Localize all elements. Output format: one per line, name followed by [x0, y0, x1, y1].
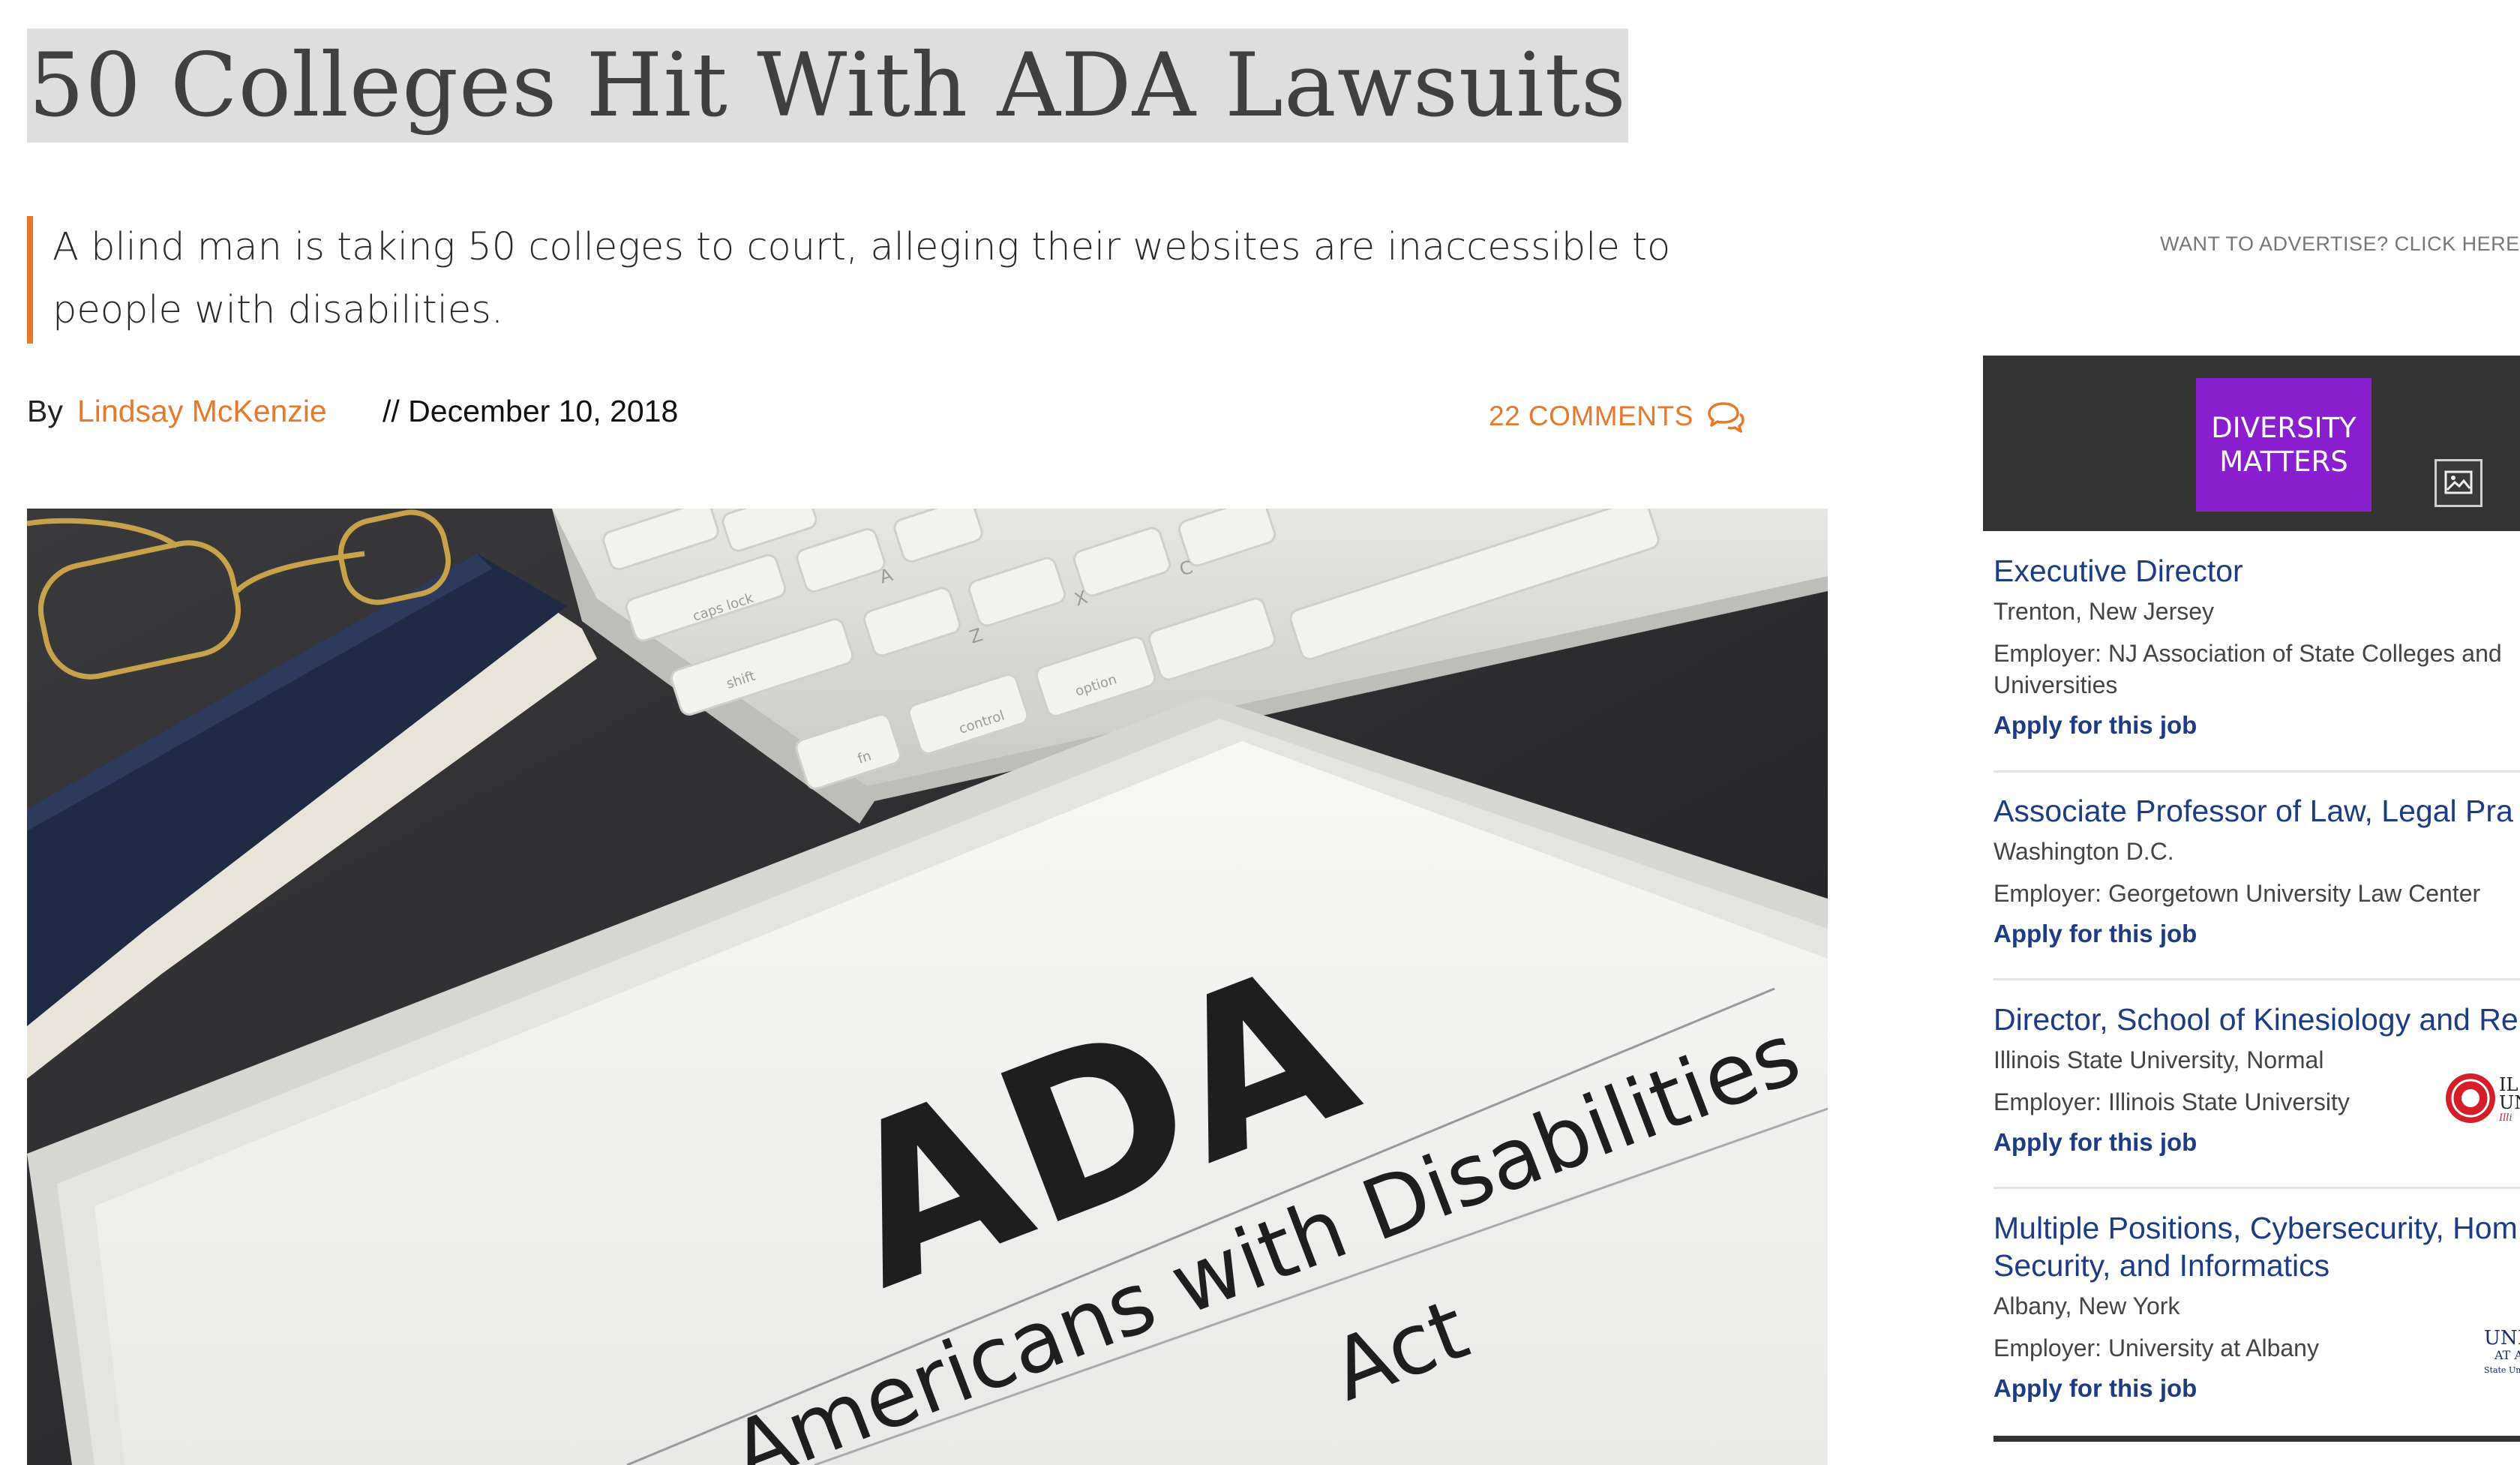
jobs-widget: DIVERSITY MATTERS Executive Director Tre…: [1983, 356, 2520, 1465]
apply-link[interactable]: Apply for this job: [1994, 1373, 2520, 1404]
publish-date: // December 10, 2018: [382, 394, 679, 428]
job-location: Washington D.C.: [1994, 838, 2174, 865]
job-location: Illinois State University, Normal: [1994, 1046, 2324, 1073]
job-location: Trenton, New Jersey: [1994, 598, 2215, 625]
logo-line1: DIVERSITY: [2211, 412, 2356, 444]
job-title-link[interactable]: Director, School of Kinesiology and Re: [1994, 1001, 2520, 1038]
logo-line2: MATTERS: [2219, 446, 2348, 478]
university-at-albany-logo: UNI AT A State Un: [2484, 1323, 2520, 1387]
logo-text-2: UN: [2499, 1092, 2520, 1113]
job-location: Albany, New York: [1994, 1292, 2180, 1319]
diversity-matters-logo[interactable]: DIVERSITY MATTERS: [2196, 378, 2372, 512]
comments-link[interactable]: 22 COMMENTS: [1489, 399, 1744, 434]
job-listing: Associate Professor of Law, Legal Pra Wa…: [1994, 792, 2520, 950]
illinois-state-logo: IL UN Illi: [2445, 1068, 2520, 1132]
jobs-banner[interactable]: DIVERSITY MATTERS: [1983, 356, 2520, 531]
logo-text-3: Illi: [2498, 1112, 2512, 1124]
comments-icon: [1708, 402, 1744, 433]
author-link[interactable]: Lindsay McKenzie: [77, 394, 327, 429]
job-employer: Employer: University at Albany: [1994, 1334, 2319, 1361]
advertise-link[interactable]: WANT TO ADVERTISE? CLICK HERE: [2160, 233, 2520, 256]
logo-text-3: State Un: [2484, 1365, 2520, 1375]
apply-link[interactable]: Apply for this job: [1994, 710, 2520, 741]
logo-text-1: UNI: [2484, 1327, 2520, 1349]
job-listing: Director, School of Kinesiology and Re I…: [1994, 1001, 2520, 1158]
article-title: 50 Colleges Hit With ADA Lawsuits: [27, 29, 1628, 143]
logo-text-2: AT A: [2494, 1348, 2520, 1362]
job-listing: Multiple Positions, Cybersecurity, Hom S…: [1994, 1209, 2520, 1404]
job-title-link[interactable]: Associate Professor of Law, Legal Pra: [1994, 792, 2520, 830]
job-employer: Employer: Illinois State University: [1994, 1088, 2350, 1115]
article-dek: A blind man is taking 50 colleges to cou…: [27, 216, 1774, 344]
hero-image: caps lock shift control option fn A Z X …: [27, 509, 1828, 1465]
job-listing: Executive Director Trenton, New Jersey E…: [1994, 552, 2520, 741]
divider: [1994, 770, 2520, 773]
apply-link[interactable]: Apply for this job: [1994, 1127, 2520, 1158]
job-employer: Employer: NJ Association of State Colleg…: [1994, 640, 2502, 698]
divider: [1994, 1187, 2520, 1189]
job-title-link[interactable]: Executive Director: [1994, 552, 2520, 590]
apply-link[interactable]: Apply for this job: [1994, 918, 2520, 950]
image-icon[interactable]: [2434, 459, 2482, 507]
ada-document-illustration: caps lock shift control option fn A Z X …: [27, 509, 1828, 1465]
by-label: By: [27, 394, 63, 428]
divider: [1994, 1436, 2520, 1442]
divider: [1994, 978, 2520, 980]
job-title-link[interactable]: Multiple Positions, Cybersecurity, Hom S…: [1994, 1209, 2520, 1284]
comments-count: 22 COMMENTS: [1489, 401, 1694, 431]
job-employer: Employer: Georgetown University Law Cent…: [1994, 880, 2481, 907]
